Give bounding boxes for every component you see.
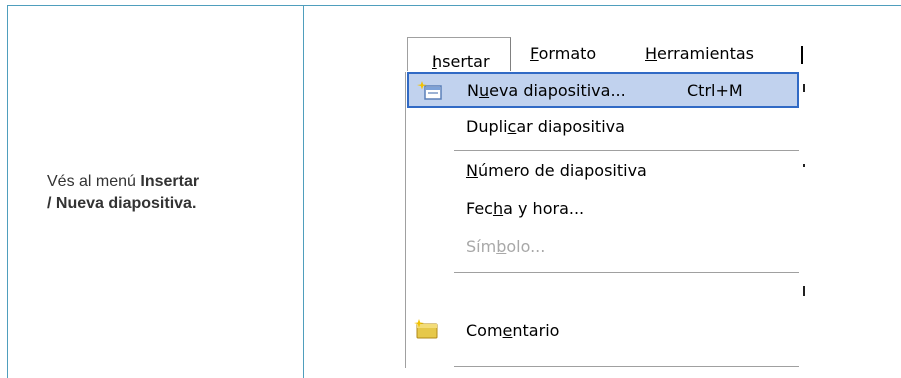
menu-item-label: Símbolo... (466, 237, 546, 256)
new-slide-icon (417, 81, 442, 100)
menu-separator (454, 366, 799, 367)
menu-item-numero-de-diapositiva[interactable]: Número de diapositiva (406, 152, 801, 188)
menu-screenshot: Insertar Formato Herramientas Nueva diap… (405, 36, 808, 368)
table-column-divider (303, 5, 304, 378)
menu-bar: Insertar Formato Herramientas (405, 36, 808, 72)
menu-item-label: Fecha y hora... (466, 199, 585, 218)
menu-separator (454, 150, 799, 151)
instruction-menu-item: / Nueva diapositiva. (47, 195, 197, 212)
menu-item-label: Número de diapositiva (466, 161, 647, 180)
menu-item-shortcut: Ctrl+M (687, 81, 743, 100)
menu-item-comentario[interactable]: Comentario (406, 312, 801, 348)
instruction-prefix: Vés al menú (47, 173, 141, 190)
menu-item-duplicar-diapositiva[interactable]: Duplicar diapositiva (406, 108, 801, 144)
menu-item-simbolo: Símbolo... (406, 228, 801, 264)
menu-item-label: Nueva diapositiva... (467, 81, 626, 100)
menu-insertar-label: nsertar (432, 52, 490, 71)
table-left-border (7, 5, 8, 378)
menu-item-label: Comentario (466, 321, 560, 340)
table-top-border (7, 5, 901, 6)
background-window-edge (800, 72, 808, 368)
menu-separator (454, 272, 799, 273)
comment-icon (414, 319, 438, 339)
menu-herramientas[interactable]: Herramientas (645, 44, 754, 63)
instruction-menu-name: Insertar (140, 173, 200, 190)
menu-item-label: Duplicar diapositiva (466, 117, 625, 136)
menu-item-fecha-y-hora[interactable]: Fecha y hora... (406, 190, 801, 226)
instruction-text: Vés al menú Insertar / Nueva diapositiva. (47, 171, 287, 215)
menu-formato[interactable]: Formato (530, 44, 596, 63)
menu-insertar[interactable]: Insertar (407, 37, 511, 71)
insert-dropdown-menu: Nueva diapositiva... Ctrl+M Duplicar dia… (405, 72, 802, 368)
menu-bar-cutoff (801, 46, 803, 64)
menu-item-nueva-diapositiva[interactable]: Nueva diapositiva... Ctrl+M (407, 72, 799, 108)
